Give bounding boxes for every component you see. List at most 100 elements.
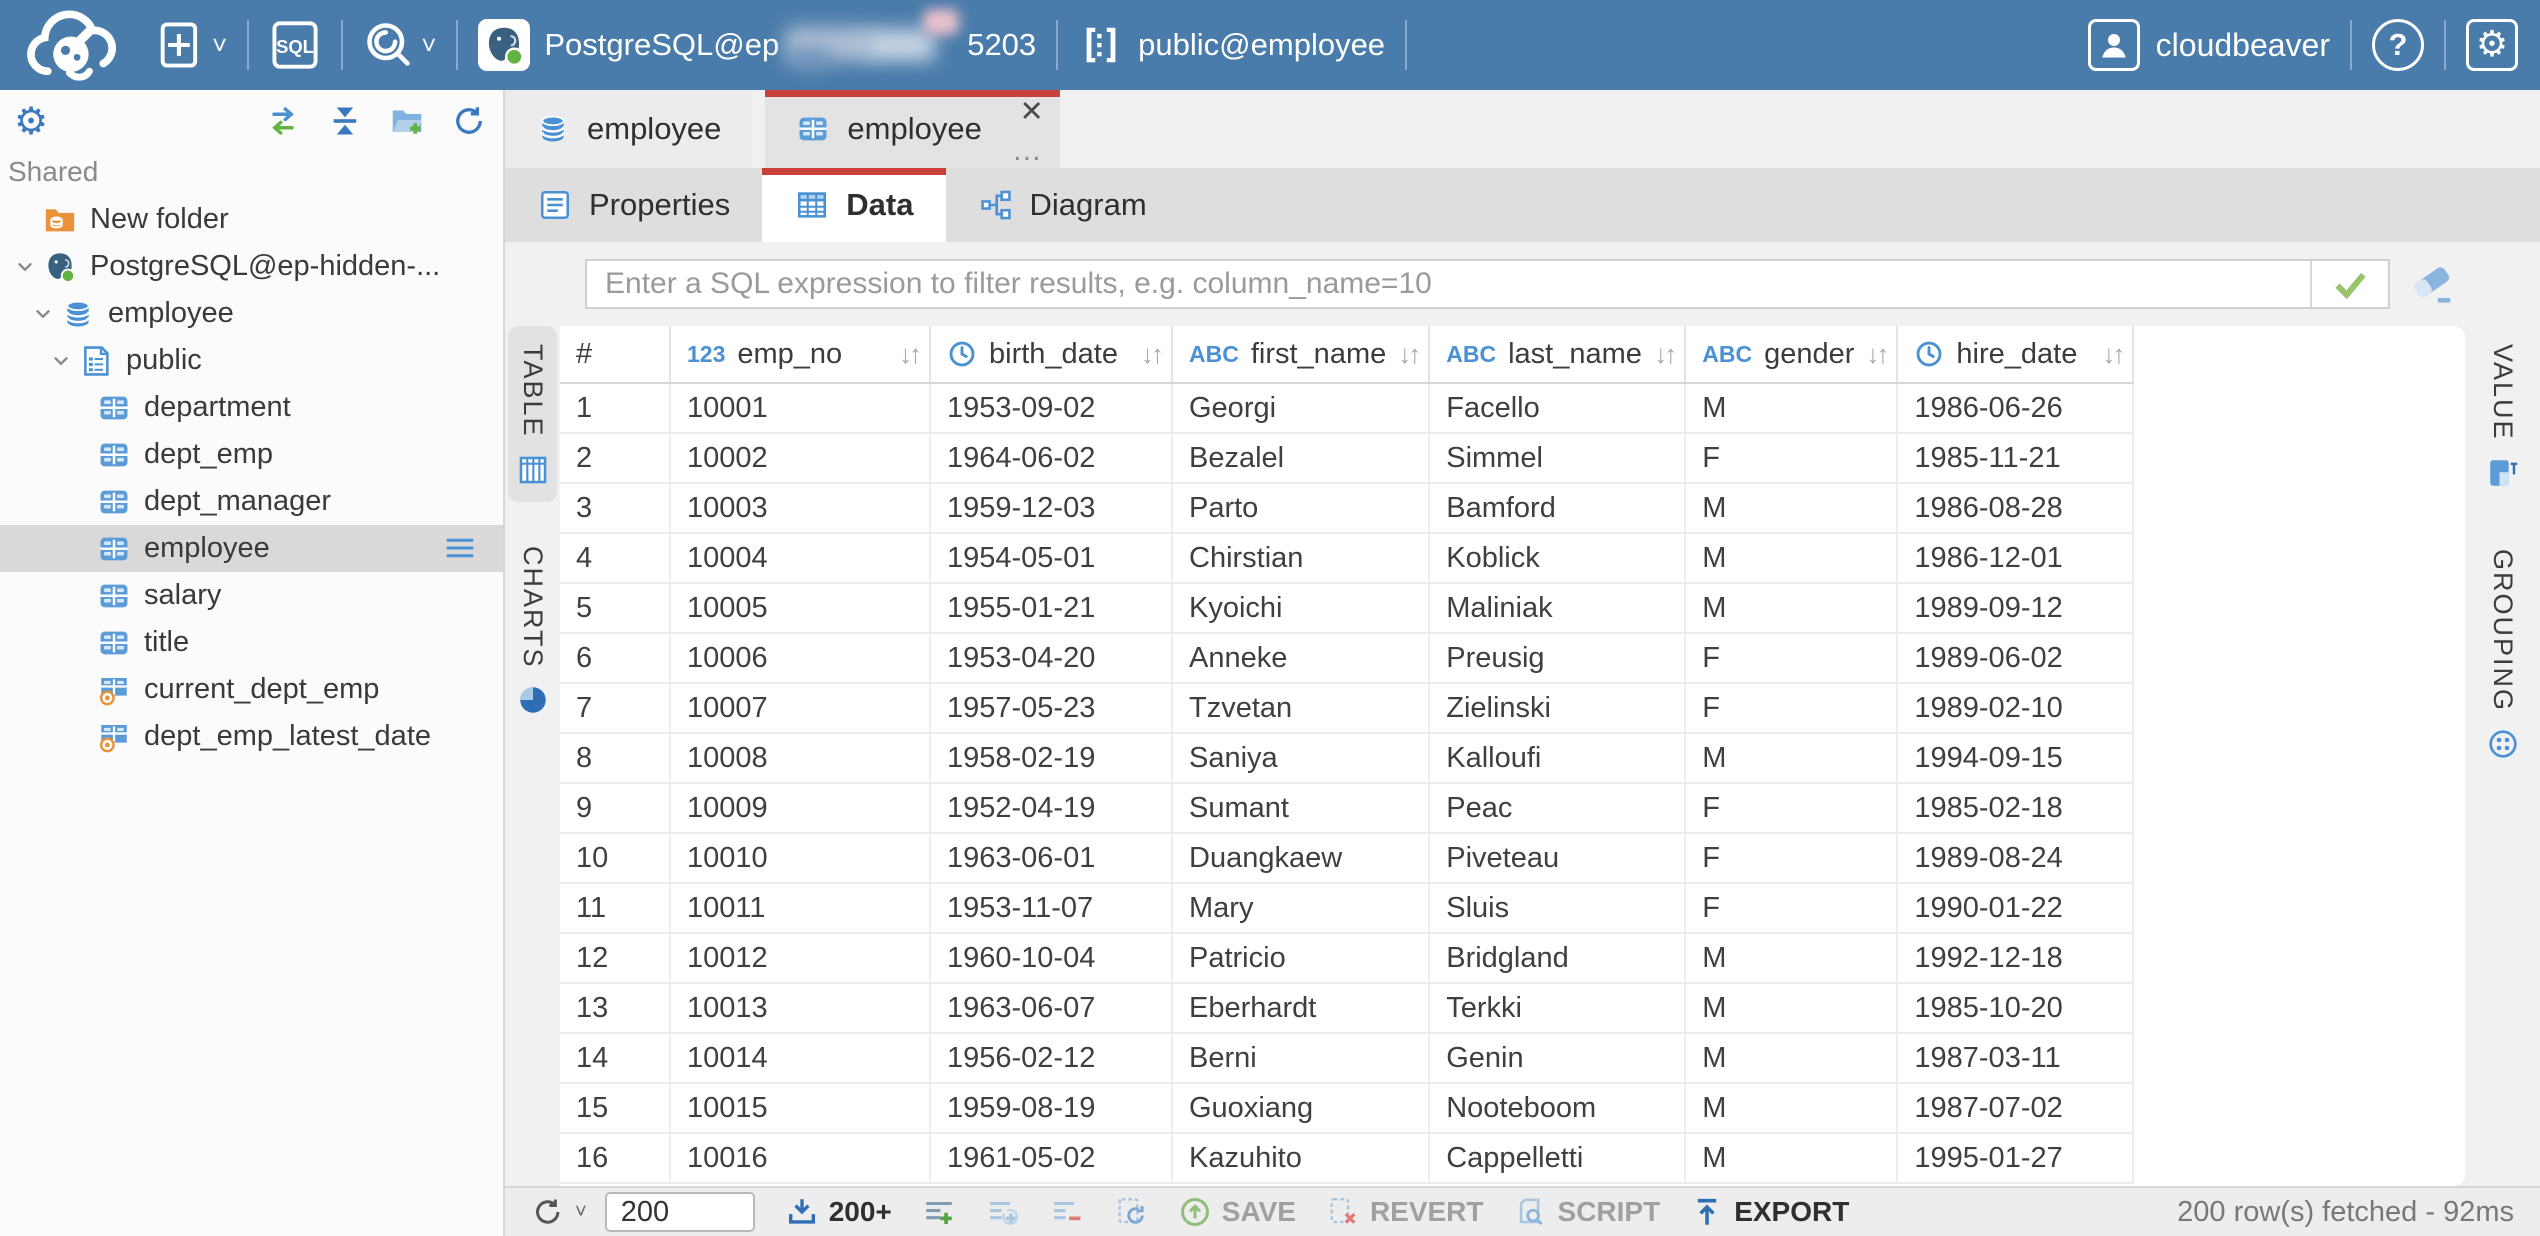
sql-filter-input[interactable]: [587, 261, 2310, 307]
column-header-birth_date[interactable]: birth_date↓↑: [930, 326, 1172, 383]
row-number-cell[interactable]: 11: [560, 883, 670, 933]
data-cell[interactable]: M: [1685, 533, 1897, 583]
data-cell[interactable]: Saniya: [1172, 733, 1429, 783]
column-header-emp_no[interactable]: 123emp_no↓↑: [670, 326, 930, 383]
revert-button[interactable]: REVERT: [1326, 1195, 1484, 1229]
data-cell[interactable]: Genin: [1429, 1033, 1685, 1083]
data-cell[interactable]: Chirstian: [1172, 533, 1429, 583]
data-cell[interactable]: 10015: [670, 1083, 930, 1133]
data-cell[interactable]: 1963-06-07: [930, 983, 1172, 1033]
add-row-button[interactable]: [922, 1195, 956, 1229]
data-cell[interactable]: 1954-05-01: [930, 533, 1172, 583]
data-cell[interactable]: Mary: [1172, 883, 1429, 933]
tab-employee[interactable]: employee: [505, 90, 751, 168]
tree-item-dept-emp[interactable]: dept_emp: [0, 431, 503, 478]
data-cell[interactable]: 10008: [670, 733, 930, 783]
data-cell[interactable]: Guoxiang: [1172, 1083, 1429, 1133]
sidebar-settings-icon[interactable]: ⚙: [14, 99, 48, 143]
data-cell[interactable]: Anneke: [1172, 633, 1429, 683]
data-cell[interactable]: 1952-04-19: [930, 783, 1172, 833]
data-cell[interactable]: F: [1685, 833, 1897, 883]
data-cell[interactable]: Kyoichi: [1172, 583, 1429, 633]
data-cell[interactable]: 1986-08-28: [1897, 483, 2133, 533]
column-header-gender[interactable]: ABCgender↓↑: [1685, 326, 1897, 383]
sort-icon[interactable]: ↓↑: [1866, 339, 1886, 370]
chevron-down-icon[interactable]: [30, 303, 56, 325]
vertical-tab-grouping[interactable]: GROUPING: [2478, 531, 2527, 776]
data-cell[interactable]: Sumant: [1172, 783, 1429, 833]
data-cell[interactable]: 1994-09-15: [1897, 733, 2133, 783]
row-number-cell[interactable]: 2: [560, 433, 670, 483]
sort-icon[interactable]: ↓↑: [1654, 339, 1674, 370]
connection-selector[interactable]: PostgreSQL@ep 5203: [478, 17, 1036, 73]
row-number-cell[interactable]: 10: [560, 833, 670, 883]
data-cell[interactable]: Eberhardt: [1172, 983, 1429, 1033]
row-number-cell[interactable]: 3: [560, 483, 670, 533]
data-cell[interactable]: 10011: [670, 883, 930, 933]
data-cell[interactable]: F: [1685, 633, 1897, 683]
data-cell[interactable]: F: [1685, 433, 1897, 483]
help-button[interactable]: ?: [2372, 19, 2424, 71]
data-cell[interactable]: 1957-05-23: [930, 683, 1172, 733]
data-cell[interactable]: 1995-01-27: [1897, 1133, 2133, 1183]
data-cell[interactable]: 1985-10-20: [1897, 983, 2133, 1033]
data-cell[interactable]: 1986-12-01: [1897, 533, 2133, 583]
data-cell[interactable]: M: [1685, 1083, 1897, 1133]
column-header-rownum[interactable]: #: [560, 326, 670, 383]
refresh-tree-icon[interactable]: [449, 101, 489, 141]
save-button[interactable]: SAVE: [1178, 1195, 1296, 1229]
data-cell[interactable]: 10013: [670, 983, 930, 1033]
data-cell[interactable]: Piveteau: [1429, 833, 1685, 883]
data-cell[interactable]: 10007: [670, 683, 930, 733]
data-cell[interactable]: Koblick: [1429, 533, 1685, 583]
sort-icon[interactable]: ↓↑: [2102, 339, 2122, 370]
data-cell[interactable]: 1958-02-19: [930, 733, 1172, 783]
chevron-down-icon[interactable]: [48, 350, 74, 372]
data-cell[interactable]: 1964-06-02: [930, 433, 1172, 483]
vertical-tab-value[interactable]: VALUE: [2478, 326, 2527, 505]
row-number-cell[interactable]: 15: [560, 1083, 670, 1133]
tree-item-dept-manager[interactable]: dept_manager: [0, 478, 503, 525]
data-cell[interactable]: 1953-04-20: [930, 633, 1172, 683]
row-number-cell[interactable]: 8: [560, 733, 670, 783]
tree-item-title[interactable]: title: [0, 619, 503, 666]
data-cell[interactable]: M: [1685, 483, 1897, 533]
collapse-all-icon[interactable]: [325, 101, 365, 141]
data-cell[interactable]: 10014: [670, 1033, 930, 1083]
row-number-cell[interactable]: 6: [560, 633, 670, 683]
tree-item-employee[interactable]: employee: [0, 525, 503, 572]
data-cell[interactable]: 1955-01-21: [930, 583, 1172, 633]
data-cell[interactable]: F: [1685, 883, 1897, 933]
tree-item-salary[interactable]: salary: [0, 572, 503, 619]
vertical-tab-charts[interactable]: CHARTS: [508, 528, 557, 733]
close-icon[interactable]: ✕: [1020, 98, 1044, 127]
data-cell[interactable]: 1987-07-02: [1897, 1083, 2133, 1133]
vertical-tab-table[interactable]: TABLE: [508, 326, 557, 502]
tree-item-dept-emp-latest-date[interactable]: dept_emp_latest_date: [0, 713, 503, 760]
data-cell[interactable]: 1989-02-10: [1897, 683, 2133, 733]
tree-item-department[interactable]: department: [0, 384, 503, 431]
row-number-cell[interactable]: 16: [560, 1133, 670, 1183]
clear-filter-icon[interactable]: [2410, 261, 2456, 307]
data-cell[interactable]: F: [1685, 783, 1897, 833]
row-limit-input[interactable]: [605, 1192, 755, 1232]
sort-icon[interactable]: ↓↑: [1141, 339, 1161, 370]
delete-row-button[interactable]: [1050, 1195, 1084, 1229]
data-cell[interactable]: 1987-03-11: [1897, 1033, 2133, 1083]
data-cell[interactable]: Nooteboom: [1429, 1083, 1685, 1133]
data-cell[interactable]: 1959-12-03: [930, 483, 1172, 533]
data-cell[interactable]: M: [1685, 1133, 1897, 1183]
data-cell[interactable]: Patricio: [1172, 933, 1429, 983]
data-cell[interactable]: M: [1685, 933, 1897, 983]
tab-diagram[interactable]: Diagram: [946, 168, 1179, 242]
data-cell[interactable]: Bezalel: [1172, 433, 1429, 483]
data-cell[interactable]: M: [1685, 733, 1897, 783]
data-cell[interactable]: 1961-05-02: [930, 1133, 1172, 1183]
data-cell[interactable]: 1990-01-22: [1897, 883, 2133, 933]
fetch-more-button[interactable]: 200+: [785, 1195, 892, 1229]
row-number-cell[interactable]: 7: [560, 683, 670, 733]
row-number-cell[interactable]: 12: [560, 933, 670, 983]
data-cell[interactable]: Bridgland: [1429, 933, 1685, 983]
row-number-cell[interactable]: 14: [560, 1033, 670, 1083]
data-cell[interactable]: Kazuhito: [1172, 1133, 1429, 1183]
